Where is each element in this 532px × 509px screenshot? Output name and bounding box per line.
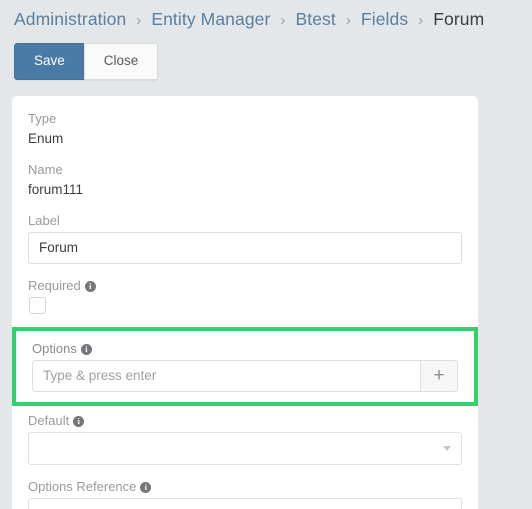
breadcrumb-separator-icon: ›	[345, 12, 351, 29]
breadcrumb: Administration › Entity Manager › Btest …	[0, 0, 532, 39]
field-required-label: Required i	[28, 277, 462, 294]
field-options: Optionsi +	[32, 340, 458, 392]
field-default: Default i	[28, 412, 462, 465]
breadcrumb-separator-icon: ›	[136, 12, 142, 29]
options-input-group: +	[32, 359, 458, 392]
field-name-value: forum111	[28, 181, 84, 197]
options-reference-select-value	[29, 499, 461, 509]
save-button[interactable]: Save	[14, 43, 84, 80]
default-select-value	[29, 433, 461, 447]
label-input[interactable]	[28, 231, 462, 264]
field-label: Label	[28, 212, 462, 264]
field-name-label: Name	[28, 161, 63, 177]
field-required: Required i	[28, 277, 462, 314]
field-label-label: Label	[28, 212, 60, 228]
required-checkbox[interactable]	[29, 296, 46, 314]
info-icon[interactable]: i	[80, 343, 92, 355]
options-input[interactable]	[32, 359, 420, 392]
required-label-text: Required	[28, 277, 81, 293]
field-type-label: Type	[28, 110, 57, 126]
options-reference-label-text: Options Reference	[28, 478, 137, 494]
info-icon[interactable]: i	[73, 415, 85, 427]
breadcrumb-item-fields[interactable]: Fields	[361, 9, 408, 29]
breadcrumb-separator-icon: ›	[280, 12, 286, 29]
action-toolbar: Save Close	[0, 39, 532, 80]
breadcrumb-item-forum: Forum	[433, 9, 485, 29]
default-select[interactable]	[28, 431, 462, 465]
button-group: Save Close	[14, 43, 159, 80]
field-type-value: Enum	[28, 130, 64, 146]
info-icon[interactable]: i	[140, 481, 152, 493]
field-options-reference: Options Reference i	[28, 478, 462, 509]
field-options-reference-label: Options Reference i	[28, 478, 462, 495]
field-options-label: Options i	[32, 340, 458, 357]
breadcrumb-separator-icon: ›	[418, 12, 424, 29]
chevron-down-icon	[443, 446, 451, 451]
field-default-label: Default i	[28, 412, 462, 429]
breadcrumb-item-entity-manager[interactable]: Entity Manager	[151, 9, 270, 29]
close-button[interactable]: Close	[83, 43, 159, 80]
breadcrumb-item-administration[interactable]: Administration	[14, 9, 126, 29]
breadcrumb-item-btest[interactable]: Btest	[295, 9, 335, 29]
add-option-button[interactable]: +	[420, 359, 458, 392]
options-label-text: Options	[32, 340, 77, 356]
field-name: Name forum111	[28, 161, 462, 199]
options-highlight-region: Optionsi +	[12, 326, 478, 406]
field-detail-card: Type Enum Name forum111 Label Requiredi …	[12, 95, 478, 509]
options-reference-select[interactable]	[28, 497, 462, 509]
field-type: Type Enum	[28, 110, 462, 148]
default-label-text: Default	[28, 412, 70, 428]
info-icon[interactable]: i	[84, 280, 96, 292]
